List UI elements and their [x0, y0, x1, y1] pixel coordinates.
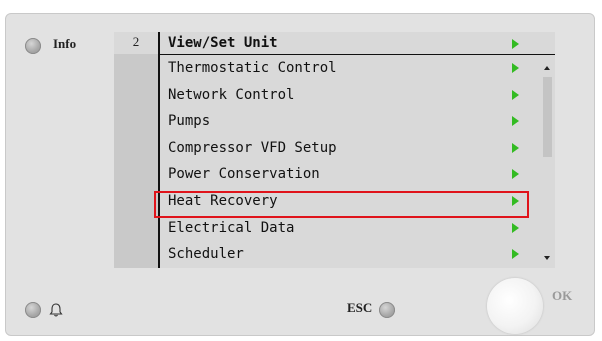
bell-icon[interactable]	[48, 302, 64, 318]
page-title: View/Set Unit	[168, 35, 278, 51]
scroll-track[interactable]	[543, 77, 552, 243]
scroll-up-icon[interactable]	[544, 66, 550, 70]
page-number: 2	[132, 34, 140, 49]
scroll-down-icon[interactable]	[544, 256, 550, 260]
menu-item-label: Power Conservation	[168, 166, 320, 183]
menu-item-pumps[interactable]: Pumps	[160, 108, 540, 135]
arrow-right-icon	[512, 249, 519, 260]
menu-item-label: Compressor VFD Setup	[168, 139, 337, 156]
menu-item-heat-recovery[interactable]: Heat Recovery	[160, 188, 540, 215]
menu-item-scheduler[interactable]: Scheduler	[160, 241, 540, 268]
esc-button[interactable]	[379, 302, 395, 318]
menu-item-network-control[interactable]: Network Control	[160, 82, 540, 109]
menu-item-label: Electrical Data	[168, 219, 295, 236]
info-label: Info	[53, 36, 77, 51]
menu-item-power-conservation[interactable]: Power Conservation	[160, 161, 540, 188]
screen-gutter	[114, 54, 158, 268]
menu-item-electrical-data[interactable]: Electrical Data	[160, 215, 540, 242]
menu-item-label: Scheduler	[168, 246, 244, 263]
ok-knob-button[interactable]	[487, 278, 543, 334]
info-led-icon[interactable]	[25, 38, 41, 54]
arrow-right-icon	[512, 142, 519, 153]
esc-label: ESC	[347, 300, 373, 315]
menu-item-label: Heat Recovery	[168, 192, 278, 209]
arrow-right-icon	[512, 169, 519, 180]
arrow-right-icon	[512, 63, 519, 73]
arrow-right-icon	[512, 222, 519, 233]
arrow-right-icon	[512, 89, 519, 100]
arrow-right-icon	[512, 116, 519, 127]
alarm-led-icon[interactable]	[25, 302, 41, 318]
menu-item-compressor-vfd-setup[interactable]: Compressor VFD Setup	[160, 135, 540, 162]
title-row[interactable]: View/Set Unit	[160, 32, 555, 54]
scroll-thumb[interactable]	[543, 77, 552, 157]
ok-label: OK	[552, 288, 573, 303]
display-screen: 2 View/Set Unit Thermostatic Control Net…	[114, 32, 555, 268]
menu-item-label: Network Control	[168, 86, 295, 103]
menu-item-label: Thermostatic Control	[168, 60, 337, 76]
arrow-right-icon	[512, 195, 519, 206]
arrow-right-icon	[512, 39, 519, 49]
menu-item-thermostatic-control[interactable]: Thermostatic Control	[160, 55, 540, 82]
menu-list: Thermostatic Control Network Control Pum…	[160, 55, 540, 268]
scrollbar[interactable]	[540, 55, 555, 268]
menu-item-label: Pumps	[168, 113, 211, 130]
